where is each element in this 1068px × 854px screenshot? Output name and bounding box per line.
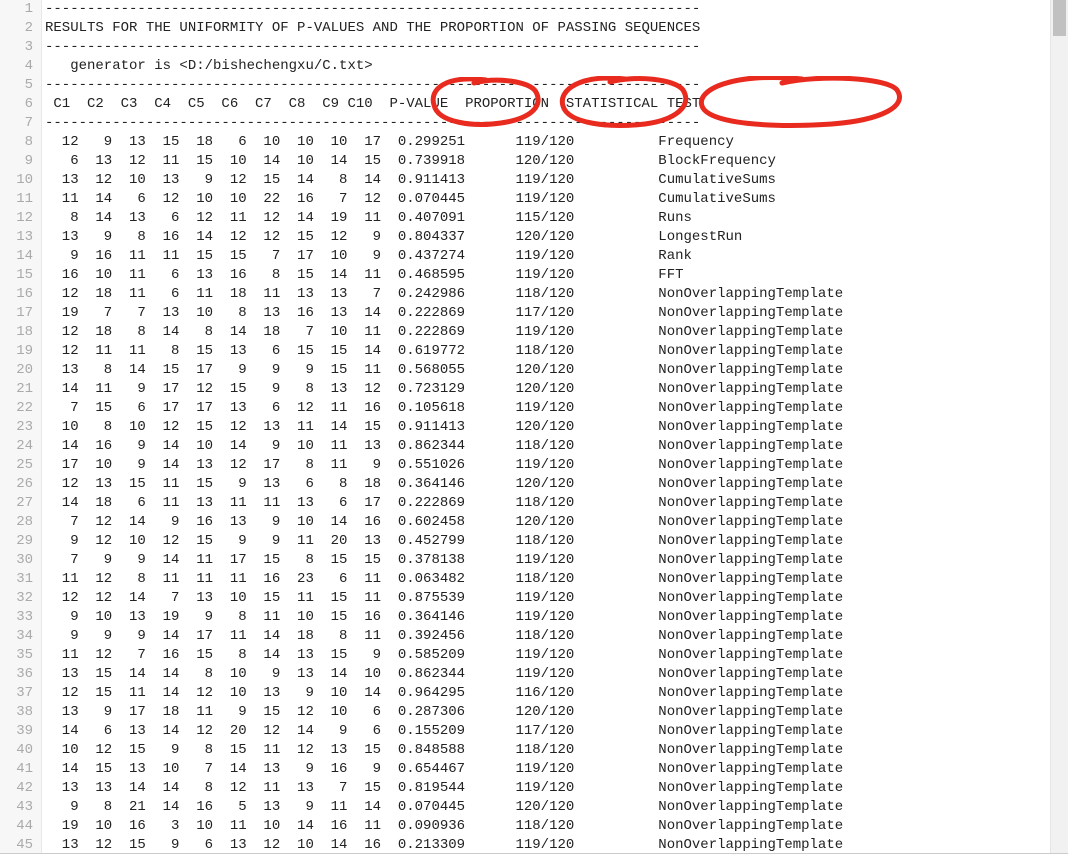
code-line: 12 12 14 7 13 10 15 11 15 11 0.875539 11… [45,589,1051,608]
code-line: 14 16 9 14 10 14 9 10 11 13 0.862344 118… [45,437,1051,456]
line-number: 4 [0,57,33,76]
line-number: 27 [0,494,33,513]
line-number: 34 [0,627,33,646]
code-line: 16 10 11 6 13 16 8 15 14 11 0.468595 119… [45,266,1051,285]
code-line: ----------------------------------------… [45,76,1051,95]
line-number: 40 [0,741,33,760]
line-number: 35 [0,646,33,665]
line-number: 5 [0,76,33,95]
code-line: 9 8 21 14 16 5 13 9 11 14 0.070445 120/1… [45,798,1051,817]
code-line: 19 7 7 13 10 8 13 16 13 14 0.222869 117/… [45,304,1051,323]
code-line: 9 12 10 12 15 9 9 11 20 13 0.452799 118/… [45,532,1051,551]
code-line: RESULTS FOR THE UNIFORMITY OF P-VALUES A… [45,19,1051,38]
line-number: 22 [0,399,33,418]
vertical-scrollbar[interactable] [1050,0,1068,853]
code-area[interactable]: ----------------------------------------… [42,0,1051,854]
code-line: 12 9 13 15 18 6 10 10 10 17 0.299251 119… [45,133,1051,152]
code-line: 7 9 9 14 11 17 15 8 15 15 0.378138 119/1… [45,551,1051,570]
code-line: 12 11 11 8 15 13 6 15 15 14 0.619772 118… [45,342,1051,361]
line-number: 18 [0,323,33,342]
code-line: 14 18 6 11 13 11 11 13 6 17 0.222869 118… [45,494,1051,513]
line-number: 41 [0,760,33,779]
line-number: 26 [0,475,33,494]
line-number: 39 [0,722,33,741]
line-number: 23 [0,418,33,437]
code-line: 12 13 15 11 15 9 13 6 8 18 0.364146 120/… [45,475,1051,494]
code-line: 6 13 12 11 15 10 14 10 14 15 0.739918 12… [45,152,1051,171]
line-number: 33 [0,608,33,627]
code-line: 8 14 13 6 12 11 12 14 19 11 0.407091 115… [45,209,1051,228]
line-number: 24 [0,437,33,456]
code-line: 11 14 6 12 10 10 22 16 7 12 0.070445 119… [45,190,1051,209]
code-line: 7 12 14 9 16 13 9 10 14 16 0.602458 120/… [45,513,1051,532]
line-number: 32 [0,589,33,608]
line-number: 38 [0,703,33,722]
line-number: 16 [0,285,33,304]
code-line: 12 18 11 6 11 18 11 13 13 7 0.242986 118… [45,285,1051,304]
line-number: 28 [0,513,33,532]
code-line: 12 15 11 14 12 10 13 9 10 14 0.964295 11… [45,684,1051,703]
line-number: 14 [0,247,33,266]
code-line: 13 8 14 15 17 9 9 9 15 11 0.568055 120/1… [45,361,1051,380]
code-line: 9 16 11 11 15 15 7 17 10 9 0.437274 119/… [45,247,1051,266]
line-number: 15 [0,266,33,285]
code-line: 11 12 7 16 15 8 14 13 15 9 0.585209 119/… [45,646,1051,665]
code-line: ----------------------------------------… [45,38,1051,57]
line-number: 9 [0,152,33,171]
line-number: 2 [0,19,33,38]
code-line: 19 10 16 3 10 11 10 14 16 11 0.090936 11… [45,817,1051,836]
line-number: 1 [0,0,33,19]
code-line: 13 13 14 14 8 12 11 13 7 15 0.819544 119… [45,779,1051,798]
code-line: 14 6 13 14 12 20 12 14 9 6 0.155209 117/… [45,722,1051,741]
line-number: 42 [0,779,33,798]
line-number: 43 [0,798,33,817]
code-line: 13 9 17 18 11 9 15 12 10 6 0.287306 120/… [45,703,1051,722]
line-number: 13 [0,228,33,247]
code-line: 13 15 14 14 8 10 9 13 14 10 0.862344 119… [45,665,1051,684]
line-number: 8 [0,133,33,152]
line-number: 7 [0,114,33,133]
line-number: 25 [0,456,33,475]
line-number-gutter: 1234567891011121314151617181920212223242… [0,0,42,854]
code-line: 10 8 10 12 15 12 13 11 14 15 0.911413 12… [45,418,1051,437]
code-line: 11 12 8 11 11 11 16 23 6 11 0.063482 118… [45,570,1051,589]
code-line: 14 11 9 17 12 15 9 8 13 12 0.723129 120/… [45,380,1051,399]
code-line: 9 10 13 19 9 8 11 10 15 16 0.364146 119/… [45,608,1051,627]
code-line: 13 12 15 9 6 13 12 10 14 16 0.213309 119… [45,836,1051,854]
code-line: generator is <D:/bishechengxu/C.txt> [45,57,1051,76]
text-editor: 1234567891011121314151617181920212223242… [0,0,1051,854]
code-line: 13 12 10 13 9 12 15 14 8 14 0.911413 119… [45,171,1051,190]
code-line: 12 18 8 14 8 14 18 7 10 11 0.222869 119/… [45,323,1051,342]
line-number: 19 [0,342,33,361]
code-line: 10 12 15 9 8 15 11 12 13 15 0.848588 118… [45,741,1051,760]
line-number: 3 [0,38,33,57]
line-number: 11 [0,190,33,209]
line-number: 6 [0,95,33,114]
code-line: 17 10 9 14 13 12 17 8 11 9 0.551026 119/… [45,456,1051,475]
line-number: 20 [0,361,33,380]
code-line: 13 9 8 16 14 12 12 15 12 9 0.804337 120/… [45,228,1051,247]
line-number: 17 [0,304,33,323]
line-number: 36 [0,665,33,684]
code-line: 7 15 6 17 17 13 6 12 11 16 0.105618 119/… [45,399,1051,418]
line-number: 10 [0,171,33,190]
line-number: 12 [0,209,33,228]
line-number: 21 [0,380,33,399]
line-number: 30 [0,551,33,570]
line-number: 45 [0,836,33,854]
code-line: 9 9 9 14 17 11 14 18 8 11 0.392456 118/1… [45,627,1051,646]
line-number: 44 [0,817,33,836]
line-number: 31 [0,570,33,589]
scrollbar-thumb[interactable] [1053,0,1066,36]
code-line: ----------------------------------------… [45,114,1051,133]
code-line: ----------------------------------------… [45,0,1051,19]
code-line: C1 C2 C3 C4 C5 C6 C7 C8 C9 C10 P-VALUE P… [45,95,1051,114]
editor-viewport: 1234567891011121314151617181920212223242… [0,0,1068,854]
line-number: 37 [0,684,33,703]
line-number: 29 [0,532,33,551]
code-line: 14 15 13 10 7 14 13 9 16 9 0.654467 119/… [45,760,1051,779]
